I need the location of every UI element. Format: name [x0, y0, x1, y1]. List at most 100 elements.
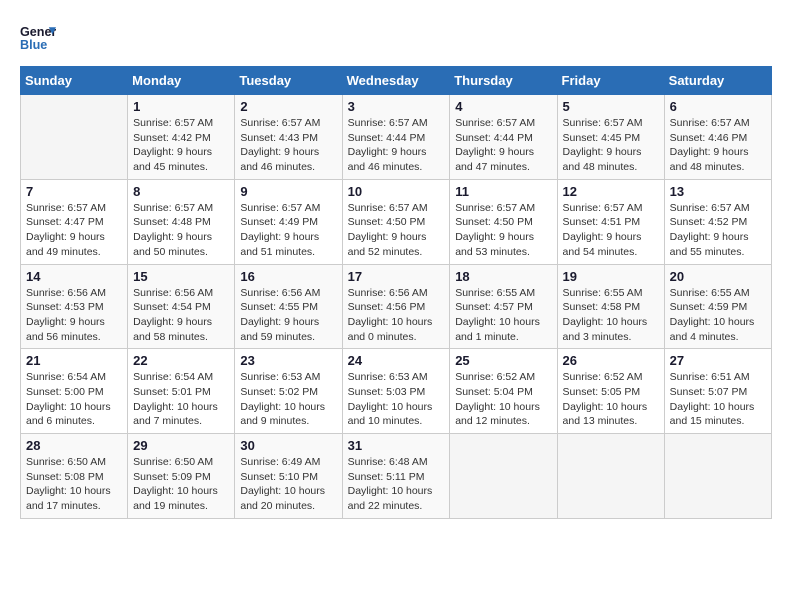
- day-number: 15: [133, 269, 229, 284]
- calendar-cell: 7Sunrise: 6:57 AMSunset: 4:47 PMDaylight…: [21, 179, 128, 264]
- day-number: 26: [563, 353, 659, 368]
- day-info: Sunrise: 6:52 AMSunset: 5:05 PMDaylight:…: [563, 370, 659, 429]
- calendar-table: SundayMondayTuesdayWednesdayThursdayFrid…: [20, 66, 772, 519]
- calendar-cell: 18 Sunrise: 6:55 AMSunset: 4:57 PMDayligh…: [450, 264, 557, 349]
- day-number: 20: [670, 269, 766, 284]
- calendar-cell: 15 Sunrise: 6:56 AMSunset: 4:54 PMDayligh…: [128, 264, 235, 349]
- day-info: Sunrise: 6:49 AMSunset: 5:10 PMDaylight:…: [240, 455, 336, 514]
- day-info: Sunrise: 6:50 AMSunset: 5:08 PMDaylight:…: [26, 455, 122, 514]
- calendar-cell: 5Sunrise: 6:57 AMSunset: 4:45 PMDaylight…: [557, 95, 664, 180]
- calendar-cell: 27 Sunrise: 6:51 AMSunset: 5:07 PMDayligh…: [664, 349, 771, 434]
- weekday-header-sunday: Sunday: [21, 67, 128, 95]
- day-number: 24: [348, 353, 445, 368]
- svg-text:Blue: Blue: [20, 38, 47, 52]
- calendar-cell: 13 Sunrise: 6:57 AMSunset: 4:52 PMDayligh…: [664, 179, 771, 264]
- day-number: 7: [26, 184, 122, 199]
- day-number: 18: [455, 269, 551, 284]
- calendar-week-1: 1 Sunrise: 6:57 AMSunset: 4:42 PMDaylight…: [21, 95, 772, 180]
- calendar-cell: 19 Sunrise: 6:55 AMSunset: 4:58 PMDayligh…: [557, 264, 664, 349]
- day-number: 19: [563, 269, 659, 284]
- calendar-week-4: 21Sunrise: 6:54 AMSunset: 5:00 PMDayligh…: [21, 349, 772, 434]
- calendar-cell: 11Sunrise: 6:57 AMSunset: 4:50 PMDayligh…: [450, 179, 557, 264]
- calendar-cell: 26 Sunrise: 6:52 AMSunset: 5:05 PMDayligh…: [557, 349, 664, 434]
- day-number: 10: [348, 184, 445, 199]
- calendar-cell: 16Sunrise: 6:56 AMSunset: 4:55 PMDayligh…: [235, 264, 342, 349]
- weekday-header-saturday: Saturday: [664, 67, 771, 95]
- calendar-cell: 17 Sunrise: 6:56 AMSunset: 4:56 PMDayligh…: [342, 264, 450, 349]
- calendar-week-3: 14 Sunrise: 6:56 AMSunset: 4:53 PMDayligh…: [21, 264, 772, 349]
- calendar-cell: 4 Sunrise: 6:57 AMSunset: 4:44 PMDaylight…: [450, 95, 557, 180]
- logo-icon: General Blue: [20, 20, 56, 56]
- calendar-header: SundayMondayTuesdayWednesdayThursdayFrid…: [21, 67, 772, 95]
- calendar-cell: 1 Sunrise: 6:57 AMSunset: 4:42 PMDaylight…: [128, 95, 235, 180]
- calendar-cell: 28Sunrise: 6:50 AMSunset: 5:08 PMDayligh…: [21, 434, 128, 519]
- calendar-cell: [557, 434, 664, 519]
- calendar-cell: 10 Sunrise: 6:57 AMSunset: 4:50 PMDayligh…: [342, 179, 450, 264]
- calendar-body: 1 Sunrise: 6:57 AMSunset: 4:42 PMDaylight…: [21, 95, 772, 519]
- day-number: 27: [670, 353, 766, 368]
- day-info: Sunrise: 6:53 AMSunset: 5:03 PMDaylight:…: [348, 370, 445, 429]
- day-number: 3: [348, 99, 445, 114]
- calendar-cell: 22Sunrise: 6:54 AMSunset: 5:01 PMDayligh…: [128, 349, 235, 434]
- calendar-cell: 20 Sunrise: 6:55 AMSunset: 4:59 PMDayligh…: [664, 264, 771, 349]
- day-info: Sunrise: 6:57 AMSunset: 4:42 PMDaylight:…: [133, 116, 229, 175]
- day-info: Sunrise: 6:50 AMSunset: 5:09 PMDaylight:…: [133, 455, 229, 514]
- day-number: 31: [348, 438, 445, 453]
- day-info: Sunrise: 6:51 AMSunset: 5:07 PMDaylight:…: [670, 370, 766, 429]
- day-info: Sunrise: 6:56 AMSunset: 4:54 PMDaylight:…: [133, 286, 229, 345]
- calendar-cell: 23 Sunrise: 6:53 AMSunset: 5:02 PMDayligh…: [235, 349, 342, 434]
- day-number: 16: [240, 269, 336, 284]
- day-number: 29: [133, 438, 229, 453]
- day-number: 30: [240, 438, 336, 453]
- day-info: Sunrise: 6:57 AMSunset: 4:43 PMDaylight:…: [240, 116, 336, 175]
- calendar-cell: 3Sunrise: 6:57 AMSunset: 4:44 PMDaylight…: [342, 95, 450, 180]
- day-number: 12: [563, 184, 659, 199]
- calendar-cell: 25Sunrise: 6:52 AMSunset: 5:04 PMDayligh…: [450, 349, 557, 434]
- day-info: Sunrise: 6:57 AMSunset: 4:51 PMDaylight:…: [563, 201, 659, 260]
- day-info: Sunrise: 6:57 AMSunset: 4:50 PMDaylight:…: [455, 201, 551, 260]
- day-info: Sunrise: 6:48 AMSunset: 5:11 PMDaylight:…: [348, 455, 445, 514]
- day-number: 23: [240, 353, 336, 368]
- day-info: Sunrise: 6:57 AMSunset: 4:50 PMDaylight:…: [348, 201, 445, 260]
- day-info: Sunrise: 6:57 AMSunset: 4:46 PMDaylight:…: [670, 116, 766, 175]
- day-info: Sunrise: 6:57 AMSunset: 4:49 PMDaylight:…: [240, 201, 336, 260]
- weekday-row: SundayMondayTuesdayWednesdayThursdayFrid…: [21, 67, 772, 95]
- day-number: 14: [26, 269, 122, 284]
- day-info: Sunrise: 6:54 AMSunset: 5:01 PMDaylight:…: [133, 370, 229, 429]
- weekday-header-tuesday: Tuesday: [235, 67, 342, 95]
- calendar-cell: [664, 434, 771, 519]
- day-number: 1: [133, 99, 229, 114]
- calendar-cell: [450, 434, 557, 519]
- day-number: 4: [455, 99, 551, 114]
- day-info: Sunrise: 6:55 AMSunset: 4:58 PMDaylight:…: [563, 286, 659, 345]
- calendar-week-5: 28Sunrise: 6:50 AMSunset: 5:08 PMDayligh…: [21, 434, 772, 519]
- day-info: Sunrise: 6:56 AMSunset: 4:53 PMDaylight:…: [26, 286, 122, 345]
- day-info: Sunrise: 6:57 AMSunset: 4:48 PMDaylight:…: [133, 201, 229, 260]
- calendar-cell: 9 Sunrise: 6:57 AMSunset: 4:49 PMDaylight…: [235, 179, 342, 264]
- day-info: Sunrise: 6:57 AMSunset: 4:52 PMDaylight:…: [670, 201, 766, 260]
- day-number: 2: [240, 99, 336, 114]
- calendar-cell: [21, 95, 128, 180]
- calendar-cell: 14 Sunrise: 6:56 AMSunset: 4:53 PMDayligh…: [21, 264, 128, 349]
- day-info: Sunrise: 6:55 AMSunset: 4:59 PMDaylight:…: [670, 286, 766, 345]
- calendar-cell: 29 Sunrise: 6:50 AMSunset: 5:09 PMDayligh…: [128, 434, 235, 519]
- page-header: General Blue: [20, 20, 772, 56]
- calendar-cell: 31 Sunrise: 6:48 AMSunset: 5:11 PMDayligh…: [342, 434, 450, 519]
- weekday-header-wednesday: Wednesday: [342, 67, 450, 95]
- calendar-cell: 6Sunrise: 6:57 AMSunset: 4:46 PMDaylight…: [664, 95, 771, 180]
- calendar-week-2: 7Sunrise: 6:57 AMSunset: 4:47 PMDaylight…: [21, 179, 772, 264]
- calendar-cell: 24 Sunrise: 6:53 AMSunset: 5:03 PMDayligh…: [342, 349, 450, 434]
- day-info: Sunrise: 6:53 AMSunset: 5:02 PMDaylight:…: [240, 370, 336, 429]
- day-info: Sunrise: 6:52 AMSunset: 5:04 PMDaylight:…: [455, 370, 551, 429]
- day-info: Sunrise: 6:55 AMSunset: 4:57 PMDaylight:…: [455, 286, 551, 345]
- day-number: 13: [670, 184, 766, 199]
- calendar-cell: 30 Sunrise: 6:49 AMSunset: 5:10 PMDayligh…: [235, 434, 342, 519]
- day-number: 9: [240, 184, 336, 199]
- logo: General Blue: [20, 20, 56, 56]
- day-number: 17: [348, 269, 445, 284]
- day-info: Sunrise: 6:57 AMSunset: 4:44 PMDaylight:…: [455, 116, 551, 175]
- day-info: Sunrise: 6:56 AMSunset: 4:56 PMDaylight:…: [348, 286, 445, 345]
- weekday-header-friday: Friday: [557, 67, 664, 95]
- day-number: 5: [563, 99, 659, 114]
- calendar-cell: 12 Sunrise: 6:57 AMSunset: 4:51 PMDayligh…: [557, 179, 664, 264]
